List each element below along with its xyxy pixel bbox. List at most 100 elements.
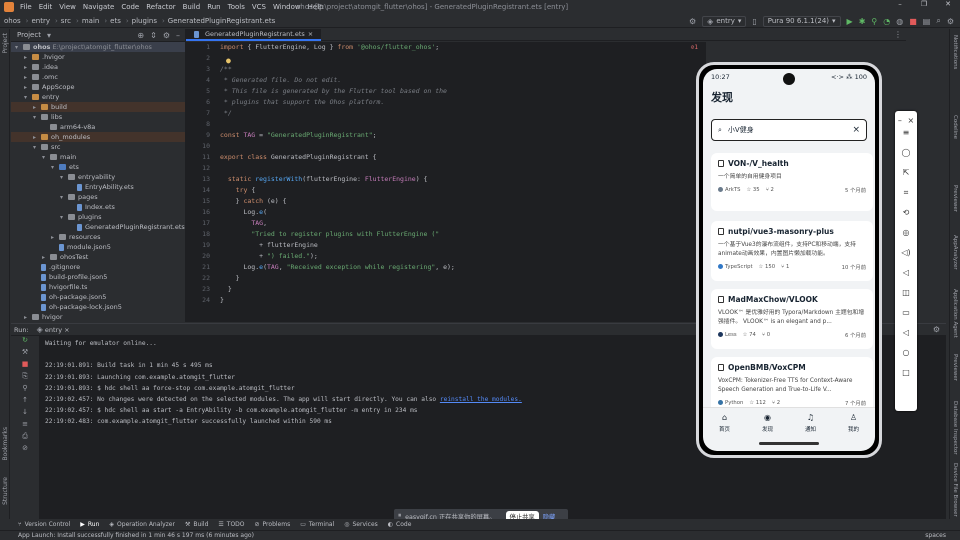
tab-home[interactable]: ⌂ 首页 (719, 413, 730, 433)
menu-item-view[interactable]: View (59, 3, 76, 11)
code-line[interactable] (220, 163, 455, 174)
tree-item[interactable]: ▾ libs (11, 112, 185, 122)
bottom-tab-operation-analyzer[interactable]: ◈ Operation Analyzer (109, 521, 175, 528)
repo-title[interactable]: nutpi/vue3-masonry-plus (718, 227, 866, 236)
menu-item-file[interactable]: File (20, 3, 32, 11)
home-icon[interactable]: ○ (895, 343, 917, 363)
tree-item[interactable]: ▸ .omc (11, 72, 185, 82)
code-line[interactable]: } (220, 273, 455, 284)
breadcrumb-item[interactable]: GeneratedPluginRegistrant.ets (168, 17, 275, 25)
tab-profile[interactable]: ♙ 我的 (848, 413, 859, 433)
code-line[interactable]: } (220, 295, 455, 306)
bottom-tab-code[interactable]: ◐ Code (388, 521, 412, 528)
tree-item[interactable]: ▸ .idea (11, 62, 185, 72)
database-inspector-tool-tab[interactable]: Database Inspector (952, 401, 958, 455)
tab-discover[interactable]: ◉ 发现 (762, 413, 773, 433)
chevron-down-icon[interactable]: ▾ (47, 31, 51, 40)
bottom-tab-terminal[interactable]: ▭ Terminal (300, 521, 334, 528)
tree-item[interactable]: hvigorfile.ts (11, 282, 185, 292)
collapse-icon[interactable]: ⇕ (150, 31, 157, 40)
soft-wrap-icon[interactable]: ≡ (11, 420, 39, 432)
device-select[interactable]: Pura 90 6.1.1(24) ▾ (762, 15, 841, 27)
power-icon[interactable]: ◯ (895, 143, 917, 163)
bottom-tab-build[interactable]: ⚒ Build (185, 521, 208, 528)
maximize-button[interactable]: ❐ (912, 0, 936, 8)
bottom-tab-run[interactable]: ▶ Run (80, 521, 99, 528)
tree-item[interactable]: ▸ ohosTest (11, 252, 185, 262)
rotate-icon[interactable]: ⟲ (895, 203, 917, 223)
code-line[interactable]: /** (220, 64, 455, 75)
tree-item[interactable]: .gitignore (11, 262, 185, 272)
emulator-minimize-icon[interactable]: – (898, 111, 902, 131)
repo-card[interactable]: nutpi/vue3-masonry-plus 一个基于Vue3的瀑布流组件，支持… (711, 221, 873, 281)
status-message[interactable]: App Launch: Install successfully finishe… (18, 532, 254, 539)
search-input[interactable]: ⌕ 小V健身 × (711, 119, 867, 141)
run-tab-entry[interactable]: ◈ entry × (37, 325, 70, 334)
tree-item[interactable]: GeneratedPluginRegistrant.ets (11, 222, 185, 232)
breadcrumb-item[interactable]: src (61, 17, 71, 25)
breadcrumb-item[interactable]: ohos (4, 17, 21, 25)
device-file-browser-tool-tab[interactable]: Device File Browser (952, 463, 958, 517)
menu-item-edit[interactable]: Edit (39, 3, 53, 11)
repo-title[interactable]: MadMaxChow/VLOOK (718, 295, 866, 304)
breadcrumb-item[interactable]: plugins (132, 17, 157, 25)
code-line[interactable]: import { FlutterEngine, Log } from '@oho… (220, 42, 455, 53)
bulb-icon[interactable]: ● (226, 56, 231, 65)
pin-top-icon[interactable]: ⇱ (895, 163, 917, 183)
code-line[interactable]: * This file is generated by the Flutter … (220, 86, 455, 97)
code-line[interactable]: "Tried to register plugins with FlutterE… (220, 229, 455, 240)
repo-card[interactable]: OpenBMB/VoxCPM VoxCPM: Tokenizer-Free TTS… (711, 357, 873, 413)
tree-item[interactable]: ▾ plugins (11, 212, 185, 222)
tree-item[interactable]: ▸ .hvigor (11, 52, 185, 62)
project-title[interactable]: Project (17, 31, 41, 39)
fold-icon[interactable]: ◫ (895, 283, 917, 303)
menu-item-vcs[interactable]: VCS (252, 3, 266, 11)
code-line[interactable]: static registerWith(flutterEngine: Flutt… (220, 174, 455, 185)
back-icon[interactable]: ◁ (895, 323, 917, 343)
bottom-tab-services[interactable]: ◎ Services (344, 521, 378, 528)
tree-item[interactable]: ▾ src (11, 142, 185, 152)
tab-notifications[interactable]: ♫ 通知 (805, 413, 816, 433)
repo-title[interactable]: OpenBMB/VoxCPM (718, 363, 866, 372)
menu-item-tools[interactable]: Tools (228, 3, 245, 11)
stop-icon[interactable]: ■ (909, 17, 917, 26)
run-icon[interactable]: ▶ (847, 17, 853, 26)
menu-item-code[interactable]: Code (121, 3, 139, 11)
stop-run-icon[interactable]: ■ (11, 360, 39, 372)
code-line[interactable] (220, 119, 455, 130)
warning-count[interactable]: ⊘1 (691, 44, 698, 51)
tree-item[interactable]: ▾ entry (11, 92, 185, 102)
run-log[interactable]: Waiting for emulator online... 22:19:01.8… (45, 338, 522, 428)
recents-icon[interactable]: □ (895, 363, 917, 383)
notifications-tool-tab[interactable]: Notifications (952, 35, 958, 69)
tree-item[interactable]: ▸ AppScope (11, 82, 185, 92)
indent-status[interactable]: spaces (925, 532, 946, 539)
code-line[interactable]: Log.e( (220, 207, 455, 218)
menu-item-refactor[interactable]: Refactor (146, 3, 175, 11)
tree-item[interactable]: arm64-v8a (11, 122, 185, 132)
screenshot-icon[interactable]: ◎ (895, 223, 917, 243)
module-select[interactable]: ◈ entry ▾ (702, 15, 747, 27)
previewer-tool-tab[interactable]: Previewer (952, 185, 958, 212)
locate-icon[interactable]: ⊕ (137, 31, 144, 40)
previewer2-tool-tab[interactable]: Previewer (952, 354, 958, 381)
code-line[interactable]: } (220, 284, 455, 295)
bookmarks-tool-tab[interactable]: Bookmarks (2, 427, 9, 461)
structure-tool-tab[interactable]: Structure (2, 477, 9, 505)
reinstall-modules-link[interactable]: reinstall the modules. (440, 396, 522, 403)
code-line[interactable]: Log.e(TAG, "Received exception while reg… (220, 262, 454, 273)
tree-item[interactable]: ▸ hvigor (11, 312, 185, 322)
code-line[interactable] (220, 141, 455, 152)
code-line[interactable]: } catch (e) { (220, 196, 455, 207)
ide-settings-icon[interactable]: ⚙ (947, 17, 954, 26)
code-line[interactable]: * Generated file. Do not edit. (220, 75, 455, 86)
minimize-button[interactable]: – (888, 0, 912, 8)
code-line[interactable]: * plugins that support the Ohos platform… (220, 97, 455, 108)
code-editor[interactable]: 1 2 3 4 5 6 7 8 9 10 11 12 13 14 15 16 17 18 19 20 21 22 23 24 … (186, 42, 706, 322)
code-line[interactable]: */ (220, 108, 455, 119)
tree-item[interactable]: ▸ resources (11, 232, 185, 242)
panel-settings-icon[interactable]: ⚙ (163, 31, 170, 40)
wrench-icon[interactable]: ⚒ (11, 348, 39, 360)
hide-panel-icon[interactable]: – (176, 31, 180, 40)
tree-item[interactable]: build-profile.json5 (11, 272, 185, 282)
